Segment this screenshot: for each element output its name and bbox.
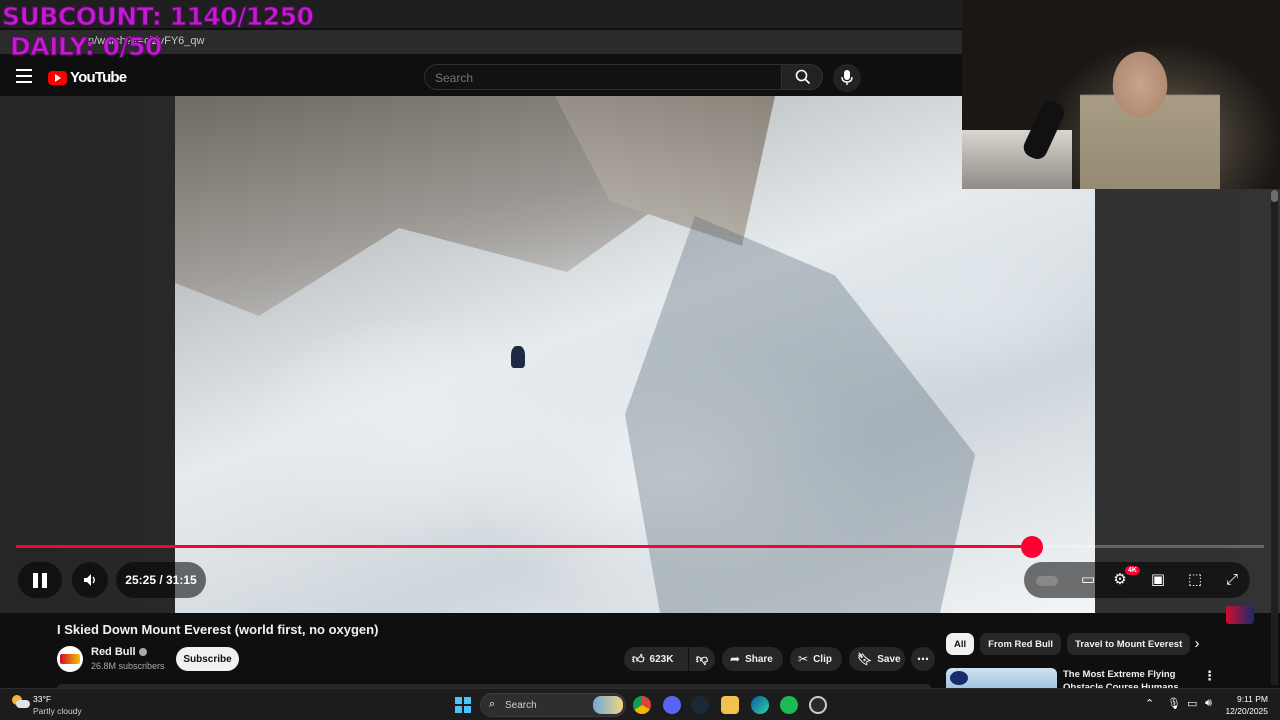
webcam-person — [1080, 30, 1220, 189]
subscribe-button[interactable]: Subscribe — [176, 647, 239, 671]
captions-icon[interactable]: ▭ — [1076, 570, 1100, 590]
webcam-feed — [962, 0, 1280, 189]
chevron-right-icon[interactable]: › — [1188, 636, 1206, 654]
weather-temperature[interactable]: 33°F — [33, 694, 51, 704]
voice-search-button[interactable] — [833, 64, 861, 92]
scissors-icon: ✂ — [798, 652, 809, 666]
discord-icon[interactable] — [663, 696, 681, 714]
share-button[interactable]: ➦ Share — [722, 647, 783, 671]
share-icon: ➦ — [730, 652, 741, 666]
search-icon — [795, 69, 811, 85]
obs-icon[interactable] — [809, 696, 827, 714]
weather-condition[interactable]: Partly cloudy — [33, 706, 82, 716]
more-dots-icon: ⋯ — [917, 652, 929, 666]
chevron-up-icon[interactable]: ⌃ — [1145, 697, 1154, 710]
menu-icon[interactable] — [16, 69, 32, 83]
volume-icon — [84, 574, 95, 586]
pause-icon — [33, 572, 38, 588]
progress-scrubber[interactable] — [1020, 536, 1043, 558]
video-skier — [511, 346, 525, 368]
chip-travel-everest[interactable]: Travel to Mount Everest — [1067, 633, 1191, 655]
bookmark-icon: 🔖︎ — [857, 652, 873, 666]
youtube-play-icon — [48, 70, 67, 85]
edge-icon[interactable] — [751, 696, 769, 714]
verified-icon — [138, 648, 147, 657]
youtube-logo[interactable]: YouTube — [48, 69, 127, 86]
search-box[interactable] — [424, 64, 782, 91]
speaker-icon[interactable]: 🔊︎ — [1205, 697, 1212, 710]
autoplay-toggle[interactable] — [1036, 576, 1058, 586]
recommendation-thumbnail[interactable] — [946, 668, 1057, 690]
windows-start-icon[interactable] — [455, 697, 471, 713]
taskbar-clock[interactable]: 9:11 PM 12/20/2025 — [1224, 693, 1268, 717]
search-button[interactable] — [781, 64, 823, 90]
spotify-icon[interactable] — [780, 696, 798, 714]
subcount-text: SUBCOUNT: 1140/1250 — [1, 2, 314, 32]
chip-from-red-bull[interactable]: From Red Bull — [980, 633, 1062, 655]
taskbar-search[interactable]: ⌕ Search — [480, 693, 626, 717]
like-button[interactable]: 👍︎ 623K — [624, 647, 688, 671]
video-title: I Skied Down Mount Everest (world first,… — [57, 622, 379, 637]
pause-button[interactable] — [18, 562, 62, 598]
subscriber-count: 26.8M subscribers — [91, 661, 165, 671]
daily-text: DAILY: 0/50 — [9, 32, 162, 62]
clip-button[interactable]: ✂ Clip — [790, 647, 842, 671]
miniplayer-icon[interactable]: ▣ — [1146, 570, 1170, 590]
dislike-button[interactable]: 👎︎ — [689, 647, 715, 671]
taskbar-search-label: Search — [505, 700, 537, 711]
progress-played — [16, 545, 1032, 548]
chrome-icon[interactable] — [633, 696, 651, 714]
recommendation-title[interactable]: The Most Extreme Flying Obstacle Course … — [1063, 668, 1191, 688]
file-explorer-icon[interactable] — [721, 696, 739, 714]
thumbs-down-icon: 👎︎ — [695, 651, 709, 666]
search-highlight-image — [593, 696, 623, 714]
youtube-logo-text: YouTube — [70, 69, 127, 86]
webcam-background — [962, 130, 1072, 189]
search-input[interactable] — [425, 65, 781, 91]
more-vertical-icon[interactable]: ⋮ — [1203, 668, 1216, 684]
thumbs-up-icon: 👍︎ — [632, 651, 645, 666]
windows-taskbar: 33°F Partly cloudy ⌕ Search ⌃ 🎙︎ ▭ 🔊︎ 9:… — [0, 688, 1280, 720]
more-actions-button[interactable]: ⋯ — [911, 647, 935, 671]
stream-overlay: SUBCOUNT: 1140/1250 DAILY: 0/50 — [1, 2, 314, 62]
quality-badge: 4K — [1125, 566, 1140, 575]
clock-time: 9:11 PM — [1236, 694, 1268, 704]
search-icon: ⌕ — [489, 698, 496, 710]
page-scrollbar[interactable] — [1271, 190, 1278, 685]
save-button[interactable]: 🔖︎ Save — [849, 647, 905, 671]
time-display: 25:25 / 31:15 — [116, 562, 206, 598]
related-chips: All From Red Bull Travel to Mount Everes… — [946, 633, 1191, 655]
channel-name[interactable]: Red Bull — [91, 646, 147, 658]
weather-icon[interactable] — [12, 695, 30, 709]
youtube-header: YouTube — [0, 56, 962, 96]
video-frame[interactable] — [175, 96, 1095, 613]
fullscreen-icon[interactable]: ⤢ — [1220, 570, 1244, 590]
microphone-tray-icon[interactable]: 🎙︎ — [1167, 697, 1181, 710]
microphone-icon — [841, 70, 853, 85]
webcam-balloon — [1007, 0, 1097, 56]
steam-icon[interactable] — [691, 696, 709, 714]
chip-all[interactable]: All — [946, 633, 975, 655]
cast-icon[interactable]: ⬚ — [1183, 570, 1207, 590]
scrollbar-thumb[interactable] — [1271, 190, 1278, 202]
video-shadow — [625, 216, 975, 613]
like-count: 623K — [649, 653, 674, 665]
progress-bar[interactable] — [16, 536, 1264, 558]
network-icon[interactable]: ▭ — [1187, 697, 1197, 710]
volume-button[interactable] — [72, 562, 108, 598]
channel-avatar[interactable] — [57, 646, 83, 672]
clock-date: 12/20/2025 — [1225, 706, 1268, 716]
red-bull-watermark-icon — [1226, 606, 1254, 624]
